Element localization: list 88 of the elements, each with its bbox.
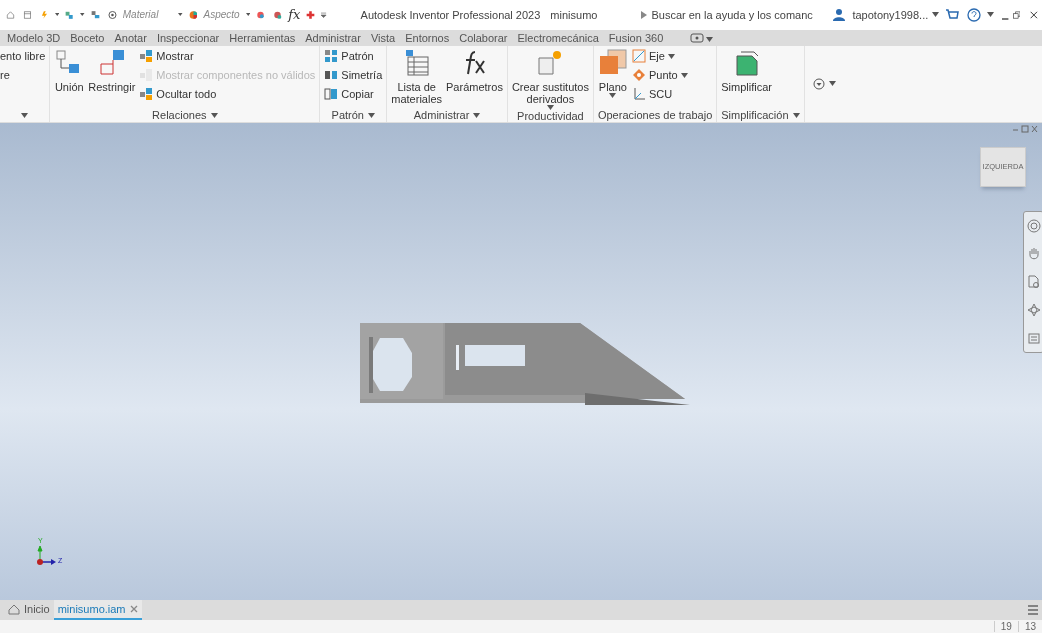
minimize-icon: [1002, 17, 1009, 20]
document-name: minisumo: [550, 8, 598, 21]
panel-label[interactable]: Relaciones: [152, 109, 207, 122]
ribbon-tab[interactable]: Fusion 360: [603, 31, 669, 44]
ribbon-button[interactable]: Ocultar todo: [139, 85, 316, 103]
panel-label: Productividad: [517, 109, 584, 122]
ribbon-tab[interactable]: Vista: [365, 31, 401, 44]
restore-icon: [1012, 8, 1021, 21]
visibility-icon: [139, 87, 154, 102]
ribbon-button[interactable]: re: [0, 66, 46, 84]
caret-icon: [987, 12, 995, 18]
caret-icon: [368, 112, 375, 118]
caret-icon: [245, 12, 251, 18]
caret-icon: [473, 112, 481, 118]
visibility-icon: [139, 49, 154, 64]
zoom-icon: [1026, 274, 1041, 289]
panel-label[interactable]: Simplificación: [721, 109, 789, 122]
customize-icon: [321, 9, 327, 20]
pan-hand-icon: [1026, 246, 1041, 261]
panel-label: Operaciones de trabajo: [597, 109, 713, 122]
ribbon-tab[interactable]: Administrar: [300, 31, 366, 44]
ribbon-button[interactable]: Restringir: [88, 47, 136, 93]
help-icon: [967, 7, 982, 22]
caret-icon: [706, 36, 714, 42]
ribbon-button[interactable]: Unión: [54, 47, 85, 93]
point-icon: [631, 68, 646, 83]
search-field[interactable]: Buscar en la ayuda y los comanc: [651, 8, 827, 21]
ribbon-button[interactable]: Lista de materiales: [391, 47, 443, 105]
caret-icon: [932, 12, 940, 18]
expand-icon: [641, 10, 648, 19]
caret-icon: [21, 112, 29, 118]
ucs-icon: [631, 87, 646, 102]
caret-icon: [792, 112, 800, 118]
document-tab[interactable]: minisumo.iam: [53, 600, 142, 620]
ribbon-tab[interactable]: Boceto: [65, 31, 110, 44]
panel-label[interactable]: Patrón: [331, 109, 364, 122]
panel-toggle-icon: [690, 32, 705, 43]
ribbon-tab[interactable]: Electromecánica: [512, 31, 604, 44]
orbit-icon: [1026, 302, 1041, 317]
ribbon-tab[interactable]: Entornos: [400, 31, 455, 44]
more-icon: [812, 77, 825, 90]
ribbon-button[interactable]: Plano: [597, 47, 628, 98]
appearance-selector[interactable]: Aspecto: [203, 9, 242, 21]
ribbon-button[interactable]: Mostrar: [139, 47, 316, 65]
copy-icon: [324, 87, 339, 102]
caret-icon: [210, 112, 218, 118]
home-icon: [8, 603, 20, 615]
ribbon-tab[interactable]: Inspeccionar: [151, 31, 225, 44]
window-title: Autodesk Inventor Professional 2023: [360, 8, 541, 21]
document-tab[interactable]: Inicio: [4, 600, 54, 620]
ribbon-tab[interactable]: Colaborar: [454, 31, 513, 44]
user-name[interactable]: tapotony1998...: [852, 8, 929, 21]
ribbon-button[interactable]: Punto: [631, 66, 688, 84]
formula-button[interactable]: fx: [288, 7, 301, 23]
close-icon: [129, 605, 138, 613]
caret-icon: [828, 81, 836, 87]
close-icon: [1030, 8, 1039, 21]
caret-icon: [609, 92, 617, 98]
caret-icon: [680, 72, 688, 78]
menu-icon: [1027, 605, 1039, 615]
caret-icon: [178, 12, 183, 18]
material-selector[interactable]: Material: [122, 9, 174, 21]
ribbon-tab[interactable]: Anotar: [109, 31, 152, 44]
ribbon-button[interactable]: Simetría: [324, 66, 383, 84]
ribbon-button[interactable]: Copiar: [324, 85, 383, 103]
status-counter: 19: [993, 621, 1018, 632]
ribbon-tab[interactable]: Modelo 3D: [2, 31, 66, 44]
ribbon-button[interactable]: Eje: [631, 47, 688, 65]
caret-icon: [80, 12, 85, 18]
caret-icon: [546, 104, 554, 110]
panel-label[interactable]: Administrar: [413, 109, 470, 122]
ribbon-button[interactable]: Simplificar: [721, 47, 772, 93]
pattern-icon: [324, 49, 339, 64]
view-face-icon: [1026, 330, 1041, 345]
ribbon-button[interactable]: SCU: [631, 85, 688, 103]
ribbon-button[interactable]: Crear sustitutos derivados: [511, 47, 589, 110]
ribbon-button[interactable]: Patrón: [324, 47, 383, 65]
status-counter: 13: [1017, 621, 1042, 632]
cart-icon: [945, 7, 960, 22]
user-icon: [832, 7, 847, 22]
axis-icon: [631, 49, 646, 64]
caret-icon: [667, 53, 675, 59]
ribbon-button[interactable]: Parámetros: [446, 47, 503, 93]
steering-wheel-icon: [1026, 218, 1041, 233]
caret-icon: [54, 12, 60, 18]
ribbon-tab[interactable]: Herramientas: [224, 31, 301, 44]
ribbon-button[interactable]: ento libre: [0, 47, 46, 65]
window-controls-icon: [1012, 124, 1038, 133]
